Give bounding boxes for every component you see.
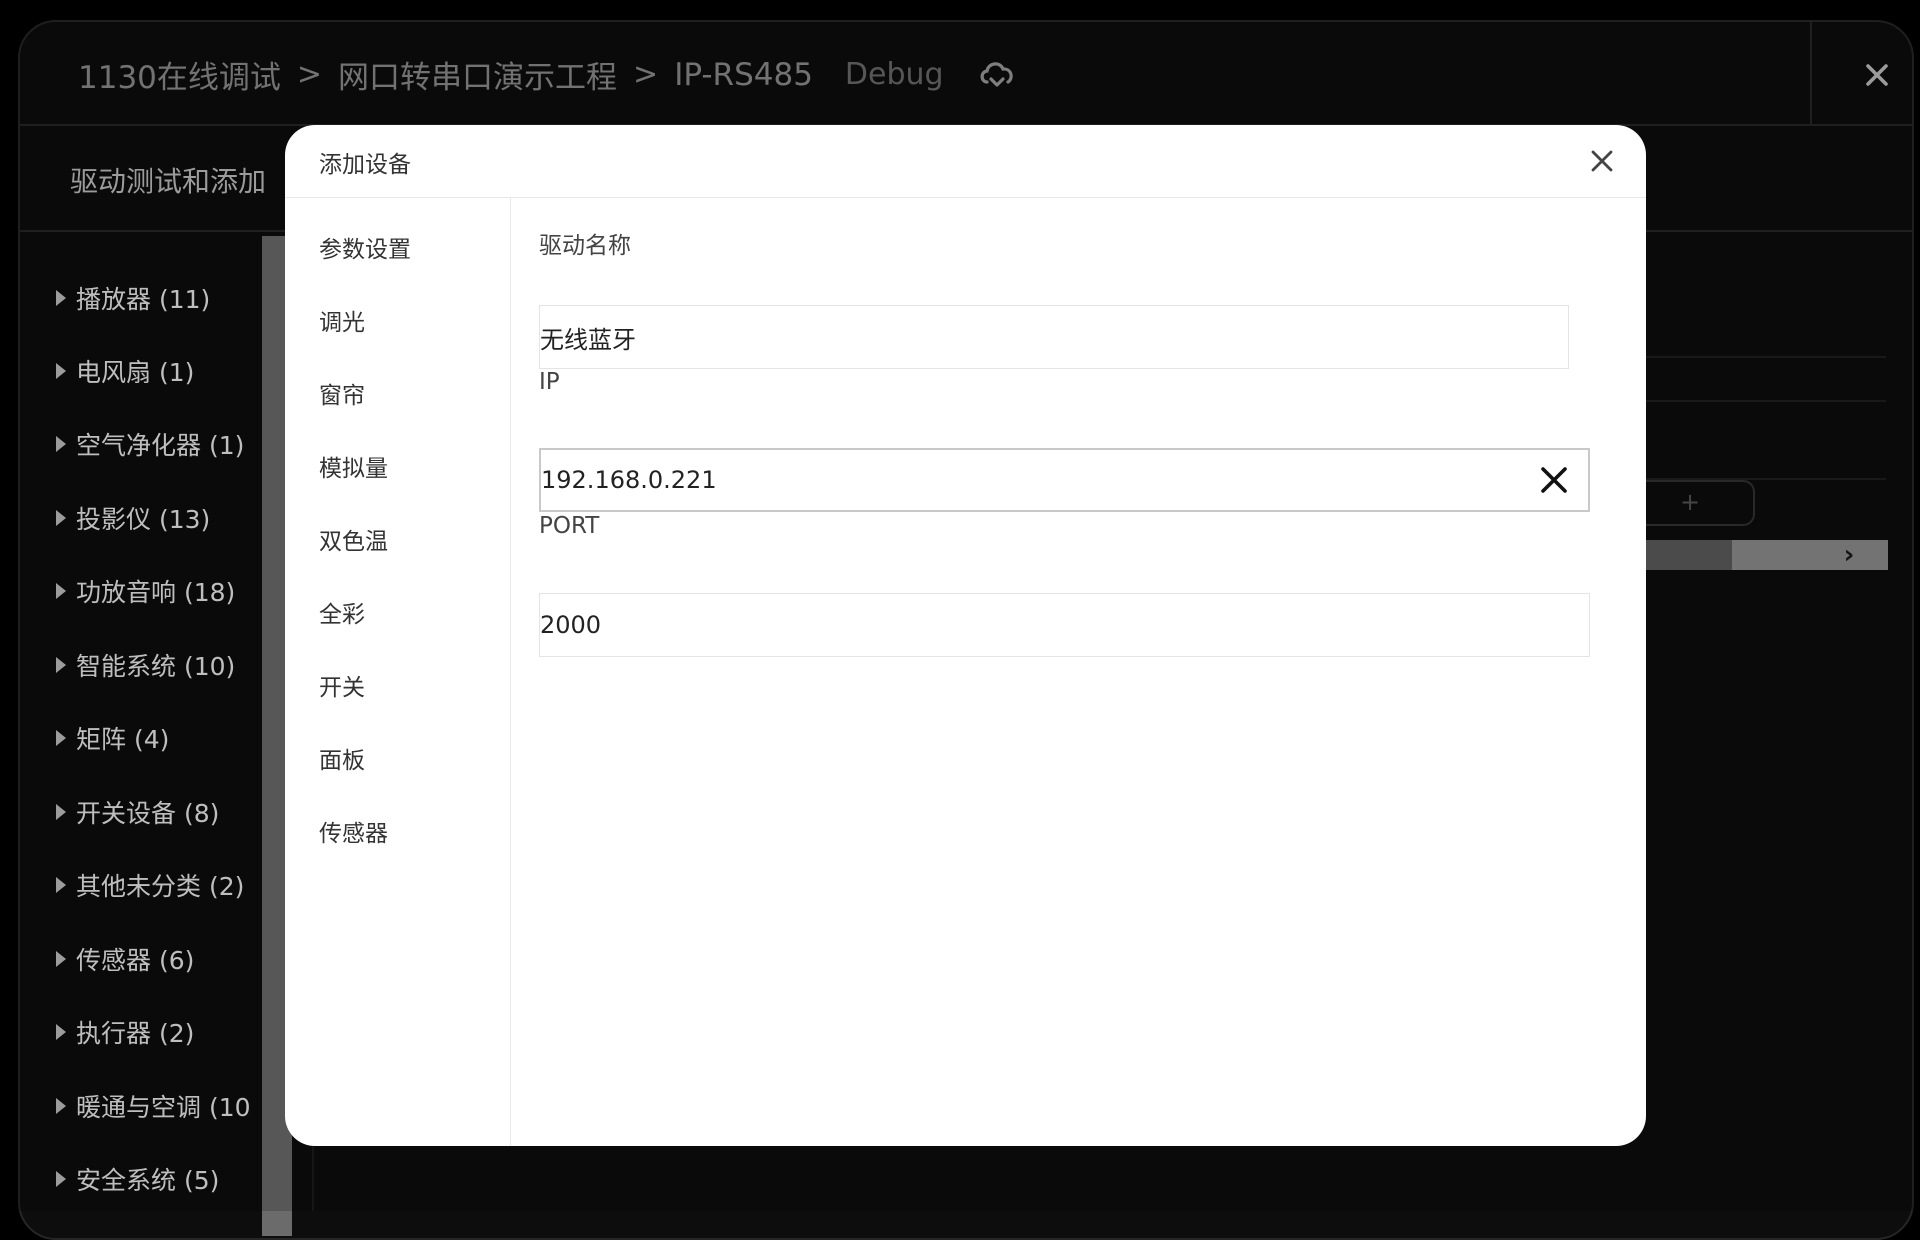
nav-item-parameter-settings[interactable]: 参数设置 bbox=[319, 230, 411, 264]
nav-item-sensor[interactable]: 传感器 bbox=[319, 814, 388, 848]
ip-input[interactable] bbox=[539, 448, 1590, 512]
driver-name-label: 驱动名称 bbox=[539, 226, 631, 260]
dialog-title: 添加设备 bbox=[319, 145, 411, 179]
nav-item-full-color[interactable]: 全彩 bbox=[319, 595, 365, 629]
clear-input-icon[interactable] bbox=[1537, 463, 1571, 497]
nav-item-curtain[interactable]: 窗帘 bbox=[319, 376, 365, 410]
dialog-form: 驱动名称 IP PORT bbox=[539, 198, 1646, 1146]
nav-item-analog[interactable]: 模拟量 bbox=[319, 449, 388, 483]
add-device-dialog: 添加设备 参数设置 调光 窗帘 模拟量 双色温 全彩 开关 面板 传感器 驱动名… bbox=[285, 125, 1646, 1146]
dialog-header: 添加设备 bbox=[285, 125, 1646, 198]
nav-item-dimming[interactable]: 调光 bbox=[319, 303, 365, 337]
dialog-nav: 参数设置 调光 窗帘 模拟量 双色温 全彩 开关 面板 传感器 bbox=[285, 198, 511, 1146]
port-label: PORT bbox=[539, 513, 599, 539]
nav-item-panel[interactable]: 面板 bbox=[319, 741, 365, 775]
ip-label: IP bbox=[539, 369, 560, 395]
nav-item-dual-color-temp[interactable]: 双色温 bbox=[319, 522, 388, 556]
port-input[interactable] bbox=[539, 593, 1590, 657]
dialog-close-icon[interactable] bbox=[1586, 145, 1618, 177]
driver-name-input[interactable] bbox=[539, 305, 1569, 369]
nav-item-switch[interactable]: 开关 bbox=[319, 668, 365, 702]
